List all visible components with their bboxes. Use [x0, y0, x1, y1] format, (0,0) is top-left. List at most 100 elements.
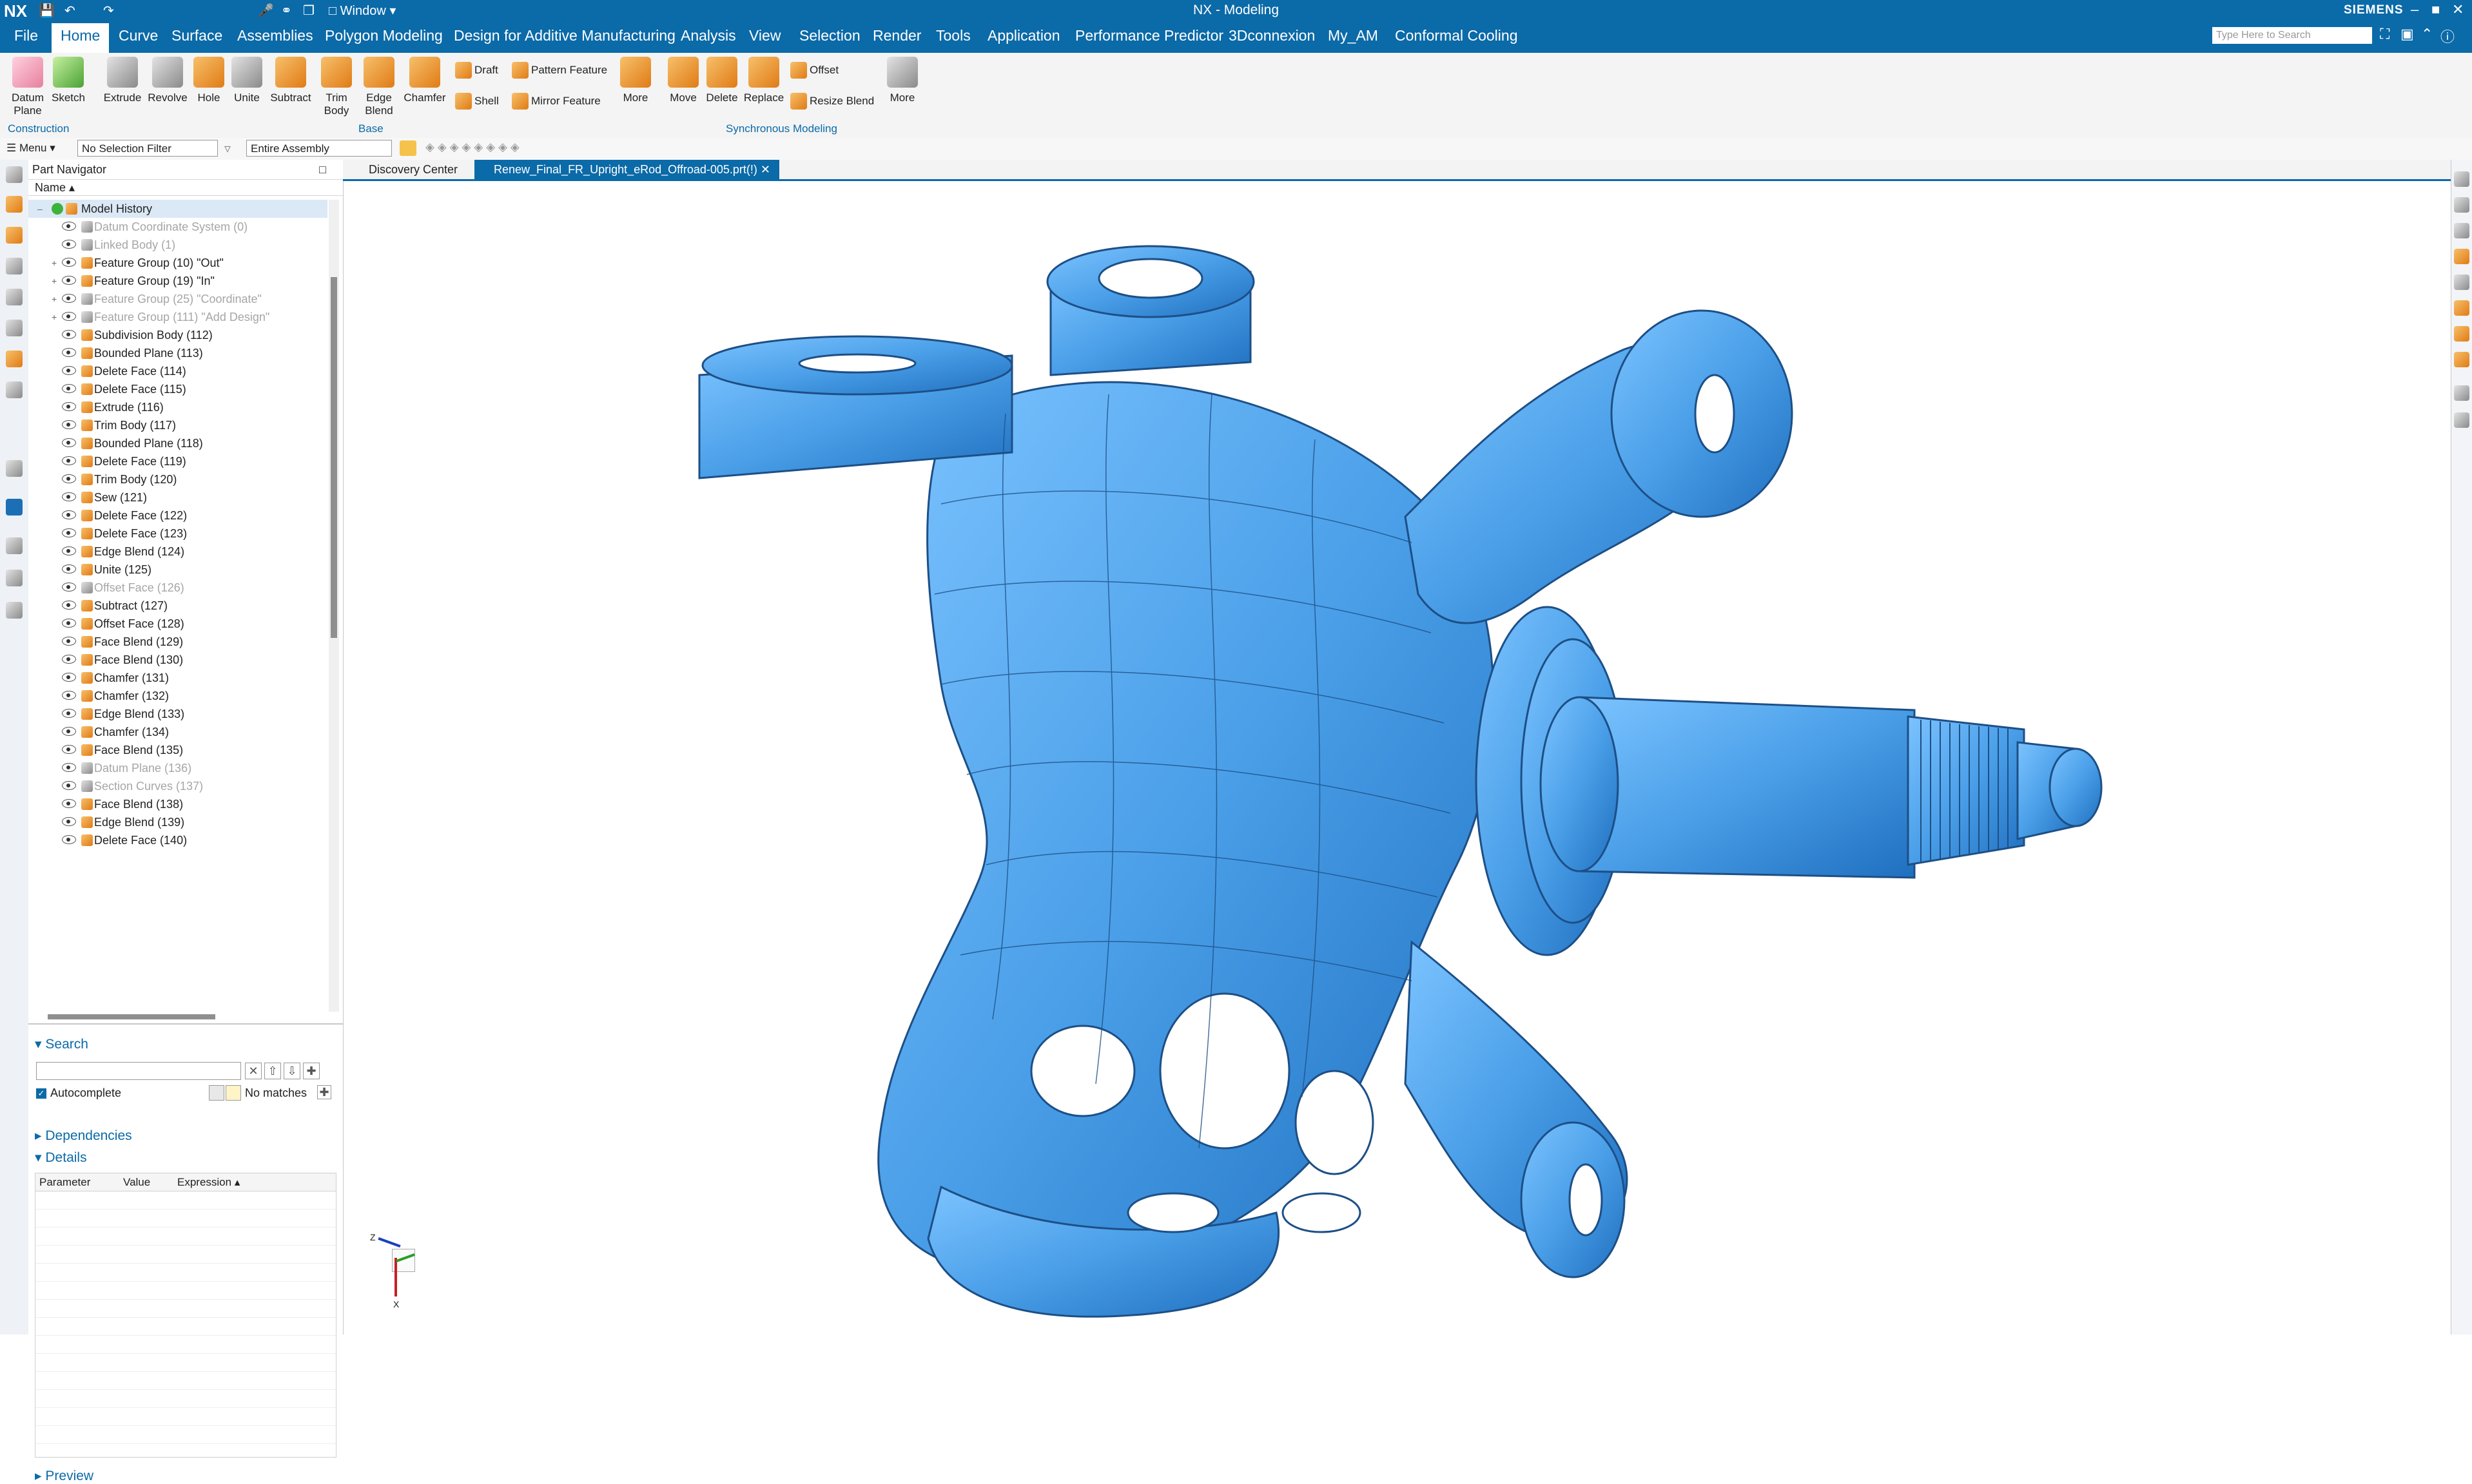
edge-blend-button[interactable]: Edge Blend	[358, 57, 400, 117]
visibility-eye-icon[interactable]	[62, 474, 76, 483]
visibility-eye-icon[interactable]	[62, 601, 76, 610]
reuse-library-icon[interactable]	[6, 289, 23, 305]
tree-row[interactable]: + Feature Group (19) "In"	[28, 272, 327, 290]
tree-row[interactable]: Extrude (116)	[28, 398, 327, 416]
tree-row[interactable]: – Model History	[28, 200, 327, 218]
roles-icon[interactable]	[6, 570, 23, 586]
tree-row[interactable]: Delete Face (115)	[28, 380, 327, 398]
command-search-input[interactable]: Type Here to Search	[2212, 27, 2372, 44]
visibility-eye-icon[interactable]	[62, 637, 76, 646]
tree-row[interactable]: Delete Face (140)	[28, 831, 327, 849]
tab-home[interactable]: Home	[52, 23, 110, 53]
visibility-eye-icon[interactable]	[62, 745, 76, 754]
visibility-eye-icon[interactable]	[62, 510, 76, 519]
visibility-eye-icon[interactable]	[62, 420, 76, 429]
visibility-eye-icon[interactable]	[62, 294, 76, 303]
tree-row[interactable]: Delete Face (123)	[28, 525, 327, 543]
selection-scope-dropdown[interactable]: Entire Assembly	[246, 140, 392, 157]
visibility-eye-icon[interactable]	[62, 546, 76, 555]
tab-my-am[interactable]: My_AM	[1328, 27, 1378, 44]
visibility-eye-icon[interactable]	[62, 835, 76, 844]
process-studio-icon[interactable]	[6, 499, 23, 516]
assembly-navigator-icon[interactable]	[6, 227, 23, 244]
visibility-eye-icon[interactable]	[62, 691, 76, 700]
tab-3dconnexion[interactable]: 3Dconnexion	[1229, 27, 1315, 44]
filter-icon[interactable]: ▿	[224, 140, 231, 157]
section-icon[interactable]	[2454, 275, 2469, 290]
expand-icon[interactable]: +	[52, 254, 59, 272]
visibility-eye-icon[interactable]	[62, 276, 76, 285]
expand-icon[interactable]: +	[52, 272, 59, 290]
clear-search-button[interactable]: ✕	[245, 1063, 262, 1079]
hole-button[interactable]: Hole	[191, 57, 227, 104]
visibility-eye-icon[interactable]	[62, 528, 76, 537]
collapse-ribbon-icon[interactable]: ⌃	[2421, 26, 2433, 43]
visibility-eye-icon[interactable]	[62, 583, 76, 592]
tree-row[interactable]: Chamfer (134)	[28, 723, 327, 741]
part-navigator-icon[interactable]	[6, 196, 23, 213]
tab-discovery-center[interactable]: Discovery Center	[349, 160, 467, 179]
view-triad[interactable]: Z X	[369, 1232, 446, 1316]
tree-row[interactable]: Subtract (127)	[28, 597, 327, 615]
revolve-button[interactable]: Revolve	[146, 57, 190, 104]
close-icon[interactable]: ✕	[2452, 1, 2464, 18]
tab-tools[interactable]: Tools	[936, 27, 971, 44]
visibility-eye-icon[interactable]	[62, 817, 76, 826]
sync-more-button[interactable]: More	[883, 57, 922, 104]
tree-row[interactable]: Delete Face (114)	[28, 362, 327, 380]
visibility-eye-icon[interactable]	[62, 727, 76, 736]
search-scope-icon[interactable]	[226, 1085, 241, 1101]
visibility-eye-icon[interactable]	[62, 655, 76, 664]
search-filter-icon[interactable]	[209, 1085, 224, 1101]
visibility-eye-icon[interactable]	[62, 222, 76, 231]
tree-row[interactable]: Trim Body (120)	[28, 470, 327, 488]
tree-horizontal-scrollbar[interactable]	[48, 1014, 215, 1019]
dependencies-section-toggle[interactable]: ▸ Dependencies	[35, 1128, 132, 1144]
unite-button[interactable]: Unite	[228, 57, 266, 104]
visibility-eye-icon[interactable]	[62, 366, 76, 375]
tab-analysis[interactable]: Analysis	[681, 27, 736, 44]
minimize-icon[interactable]: –	[2411, 1, 2418, 18]
autocomplete-checkbox[interactable]: ✓ Autocomplete	[36, 1086, 121, 1100]
chamfer-button[interactable]: Chamfer	[401, 57, 449, 104]
selection-tool-icon[interactable]	[400, 140, 416, 156]
upright-model[interactable]	[348, 182, 2451, 1335]
maximize-icon[interactable]: □	[319, 160, 326, 179]
shell-button[interactable]: Shell	[455, 93, 499, 110]
replace-button[interactable]: Replace	[741, 57, 786, 104]
visibility-eye-icon[interactable]	[62, 438, 76, 447]
selection-filter-dropdown[interactable]: No Selection Filter	[77, 140, 218, 157]
tab-selection[interactable]: Selection	[799, 27, 861, 44]
details-column-parameter[interactable]: Parameter	[35, 1173, 119, 1191]
visibility-eye-icon[interactable]	[62, 763, 76, 772]
tree-row[interactable]: Edge Blend (124)	[28, 543, 327, 561]
visibility-eye-icon[interactable]	[62, 799, 76, 808]
restore-icon[interactable]: ■	[2431, 1, 2440, 18]
tree-row[interactable]: Subdivision Body (112)	[28, 326, 327, 344]
system-materials-icon[interactable]	[6, 460, 23, 477]
visibility-eye-icon[interactable]	[62, 312, 76, 321]
tab-polygon-modeling[interactable]: Polygon Modeling	[325, 27, 443, 44]
tree-row[interactable]: Datum Plane (136)	[28, 759, 327, 777]
tab-curve[interactable]: Curve	[119, 27, 158, 44]
help-icon[interactable]: ⓘ	[2440, 26, 2455, 46]
tree-row[interactable]: Edge Blend (133)	[28, 705, 327, 723]
visibility-eye-icon[interactable]	[62, 781, 76, 790]
extrude-button[interactable]: Extrude	[101, 57, 144, 104]
tree-row[interactable]: Chamfer (132)	[28, 687, 327, 705]
render-style-icon[interactable]	[2454, 300, 2469, 316]
visibility-eye-icon[interactable]	[62, 402, 76, 411]
details-column-value[interactable]: Value	[119, 1173, 173, 1191]
visibility-eye-icon[interactable]	[62, 330, 76, 339]
tree-row[interactable]: Offset Face (126)	[28, 579, 327, 597]
show-icon[interactable]	[2454, 412, 2469, 428]
graphics-window[interactable]: Z X	[348, 182, 2451, 1335]
visibility-eye-icon[interactable]	[62, 709, 76, 718]
shaded-icon[interactable]	[2454, 249, 2469, 264]
visibility-eye-icon[interactable]	[62, 384, 76, 393]
search-prev-button[interactable]: ⇧	[264, 1063, 281, 1079]
tree-row[interactable]: Delete Face (119)	[28, 452, 327, 470]
visibility-eye-icon[interactable]	[62, 673, 76, 682]
collapse-icon[interactable]: –	[37, 200, 43, 218]
tree-row[interactable]: Bounded Plane (113)	[28, 344, 327, 362]
